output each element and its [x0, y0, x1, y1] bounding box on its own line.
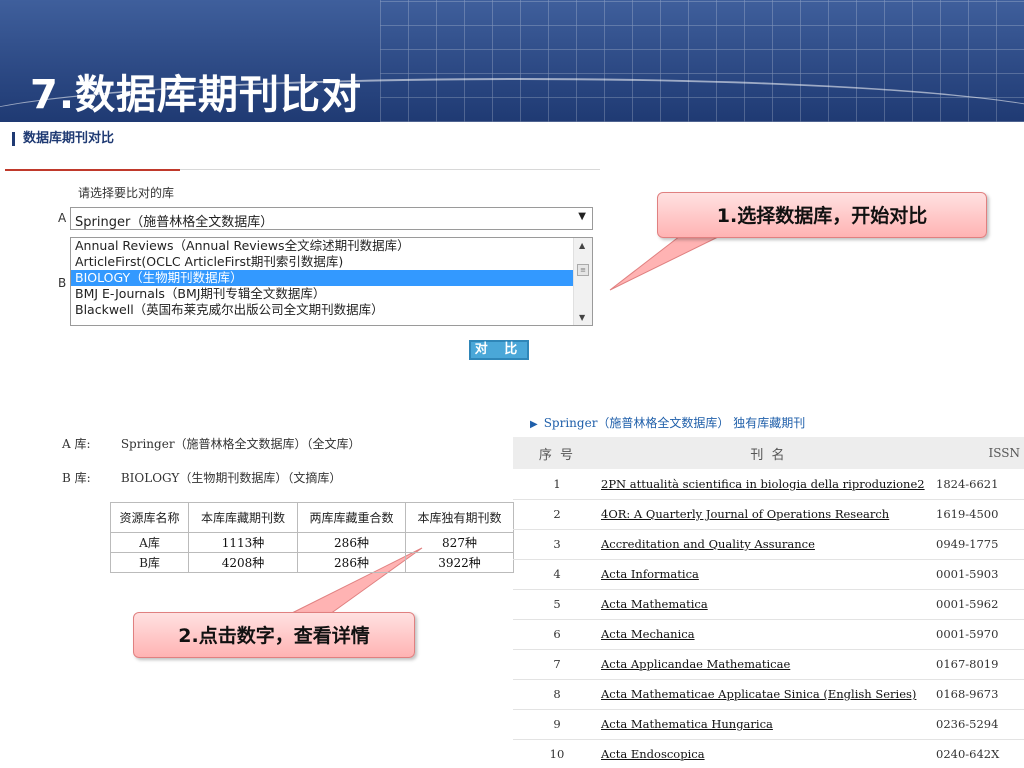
issn-cell: 0167-8019	[936, 649, 1024, 680]
scroll-up-icon[interactable]: ▲	[579, 241, 585, 250]
issn-cell: 0236-5294	[936, 709, 1024, 740]
issn-cell: 0001-5970	[936, 619, 1024, 650]
comparison-row: B库 4208种 286种 3922种	[110, 552, 514, 573]
column-header: 两库库藏重合数	[297, 502, 406, 533]
database-a-select-value: Springer（施普林格全文数据库）	[75, 215, 274, 230]
column-header: 本库独有期刊数	[405, 502, 514, 533]
results-table: 序 号 刊 名 ISSN 1 2PN attualità scientifica…	[513, 437, 1024, 768]
journal-title-link[interactable]: Acta Mathematica Hungarica	[601, 717, 773, 731]
issn-cell: 0168-9673	[936, 679, 1024, 710]
database-b-option[interactable]: ArticleFirst(OCLC ArticleFirst期刊索引数据库)	[71, 254, 574, 270]
database-a-name: Springer（施普林格全文数据库）（全文库）	[120, 437, 361, 451]
row-index: 5	[513, 589, 601, 620]
callout-1-pointer	[609, 235, 721, 291]
table-row: 2 4OR: A Quarterly Journal of Operations…	[513, 499, 1024, 530]
callout-step-1: 1.选择数据库，开始对比	[657, 192, 987, 238]
issn-cell: 1824-6621	[936, 469, 1024, 500]
database-b-option[interactable]: Annual Reviews（Annual Reviews全文综述期刊数据库）	[71, 238, 574, 254]
row-index: 6	[513, 619, 601, 650]
unique-count-link[interactable]: 827种	[405, 532, 514, 553]
table-row: 7 Acta Applicandae Mathematicae 0167-801…	[513, 649, 1024, 680]
results-heading: ▶ Springer（施普林格全文数据库） 独有库藏期刊	[530, 414, 805, 431]
results-heading-text: Springer（施普林格全文数据库） 独有库藏期刊	[543, 416, 806, 430]
row-index: 9	[513, 709, 601, 740]
table-row: 9 Acta Mathematica Hungarica 0236-5294	[513, 709, 1024, 740]
database-a-key: A 库:	[62, 437, 91, 451]
table-row: 1 2PN attualità scientifica in biologia …	[513, 469, 1024, 500]
journal-title-link[interactable]: Acta Endoscopica	[601, 747, 705, 761]
journal-title-link[interactable]: 2PN attualità scientifica in biologia de…	[601, 477, 925, 491]
row-index: 8	[513, 679, 601, 710]
journal-title-link[interactable]: Acta Applicandae Mathematicae	[601, 657, 790, 671]
slide-header-banner: 7.数据库期刊比对	[0, 0, 1024, 122]
table-row: 3 Accreditation and Quality Assurance 09…	[513, 529, 1024, 560]
results-header-row: 序 号 刊 名 ISSN	[513, 437, 1024, 469]
row-index: 4	[513, 559, 601, 590]
issn-cell: 0240-642X	[936, 739, 1024, 768]
database-b-listbox[interactable]: Annual Reviews（Annual Reviews全文综述期刊数据库） …	[70, 237, 593, 326]
journal-title-link[interactable]: Acta Mathematicae Applicatae Sinica (Eng…	[601, 687, 916, 701]
db-name-cell: B库	[110, 552, 189, 573]
table-row: 4 Acta Informatica 0001-5903	[513, 559, 1024, 590]
comparison-table: 资源库名称 本库库藏期刊数 两库库藏重合数 本库独有期刊数 A库 1113种 2…	[110, 502, 514, 573]
database-a-info: A 库: Springer（施普林格全文数据库）（全文库）	[62, 435, 361, 452]
row-index: 7	[513, 649, 601, 680]
issn-cell: 0949-1775	[936, 529, 1024, 560]
slide-title: 7.数据库期刊比对	[30, 72, 363, 118]
select-prompt: 请选择要比对的库	[78, 186, 175, 200]
row-index: 10	[513, 739, 601, 768]
database-b-name: BIOLOGY（生物期刊数据库）（文摘库）	[120, 471, 342, 485]
callout-step-2: 2.点击数字，查看详情	[133, 612, 415, 658]
journal-title-link[interactable]: Acta Mathematica	[601, 597, 708, 611]
database-b-option-selected[interactable]: BIOLOGY（生物期刊数据库）	[71, 270, 574, 286]
column-header: 序 号	[513, 437, 601, 469]
section-title: 数据库期刊对比	[12, 132, 114, 146]
database-b-option[interactable]: BMJ E-Journals（BMJ期刊专辑全文数据库）	[71, 286, 574, 302]
journal-title-link[interactable]: Accreditation and Quality Assurance	[601, 537, 815, 551]
comparison-row: A库 1113种 286种 827种	[110, 532, 514, 553]
database-a-select[interactable]: Springer（施普林格全文数据库） ▼	[70, 207, 593, 230]
issn-cell: 0001-5962	[936, 589, 1024, 620]
triangle-right-icon: ▶	[530, 419, 538, 430]
column-header: 刊 名	[601, 437, 936, 469]
comparison-header-row: 资源库名称 本库库藏期刊数 两库库藏重合数 本库独有期刊数	[110, 502, 514, 533]
database-b-label: B	[58, 276, 67, 290]
table-row: 6 Acta Mechanica 0001-5970	[513, 619, 1024, 650]
scroll-down-icon[interactable]: ▼	[579, 313, 585, 322]
section-divider	[180, 169, 600, 170]
holdings-count-link[interactable]: 1113种	[188, 532, 298, 553]
db-name-cell: A库	[110, 532, 189, 553]
table-row: 5 Acta Mathematica 0001-5962	[513, 589, 1024, 620]
column-header: 资源库名称	[110, 502, 189, 533]
holdings-count-link[interactable]: 4208种	[188, 552, 298, 573]
row-index: 1	[513, 469, 601, 500]
database-b-info: B 库: BIOLOGY（生物期刊数据库）（文摘库）	[62, 469, 341, 486]
column-header: ISSN	[936, 437, 1024, 469]
unique-count-link[interactable]: 3922种	[405, 552, 514, 573]
table-row: 10 Acta Endoscopica 0240-642X	[513, 739, 1024, 768]
issn-cell: 1619-4500	[936, 499, 1024, 530]
section-divider-accent	[5, 169, 180, 171]
row-index: 2	[513, 499, 601, 530]
overlap-count-link[interactable]: 286种	[297, 532, 406, 553]
listbox-scrollbar[interactable]: ▲ ≡ ▼	[573, 238, 592, 325]
database-b-option[interactable]: Blackwell（英国布莱克威尔出版公司全文期刊数据库）	[71, 302, 574, 318]
compare-button[interactable]: 对 比	[469, 340, 529, 360]
database-a-label: A	[58, 211, 67, 225]
column-header: 本库库藏期刊数	[188, 502, 298, 533]
chevron-down-icon[interactable]: ▼	[578, 211, 586, 222]
issn-cell: 0001-5903	[936, 559, 1024, 590]
journal-title-link[interactable]: Acta Informatica	[601, 567, 699, 581]
row-index: 3	[513, 529, 601, 560]
journal-title-link[interactable]: 4OR: A Quarterly Journal of Operations R…	[601, 507, 889, 521]
table-row: 8 Acta Mathematicae Applicatae Sinica (E…	[513, 679, 1024, 710]
database-b-key: B 库:	[62, 471, 91, 485]
overlap-count-link[interactable]: 286种	[297, 552, 406, 573]
journal-title-link[interactable]: Acta Mechanica	[601, 627, 695, 641]
scroll-thumb[interactable]: ≡	[577, 264, 589, 276]
